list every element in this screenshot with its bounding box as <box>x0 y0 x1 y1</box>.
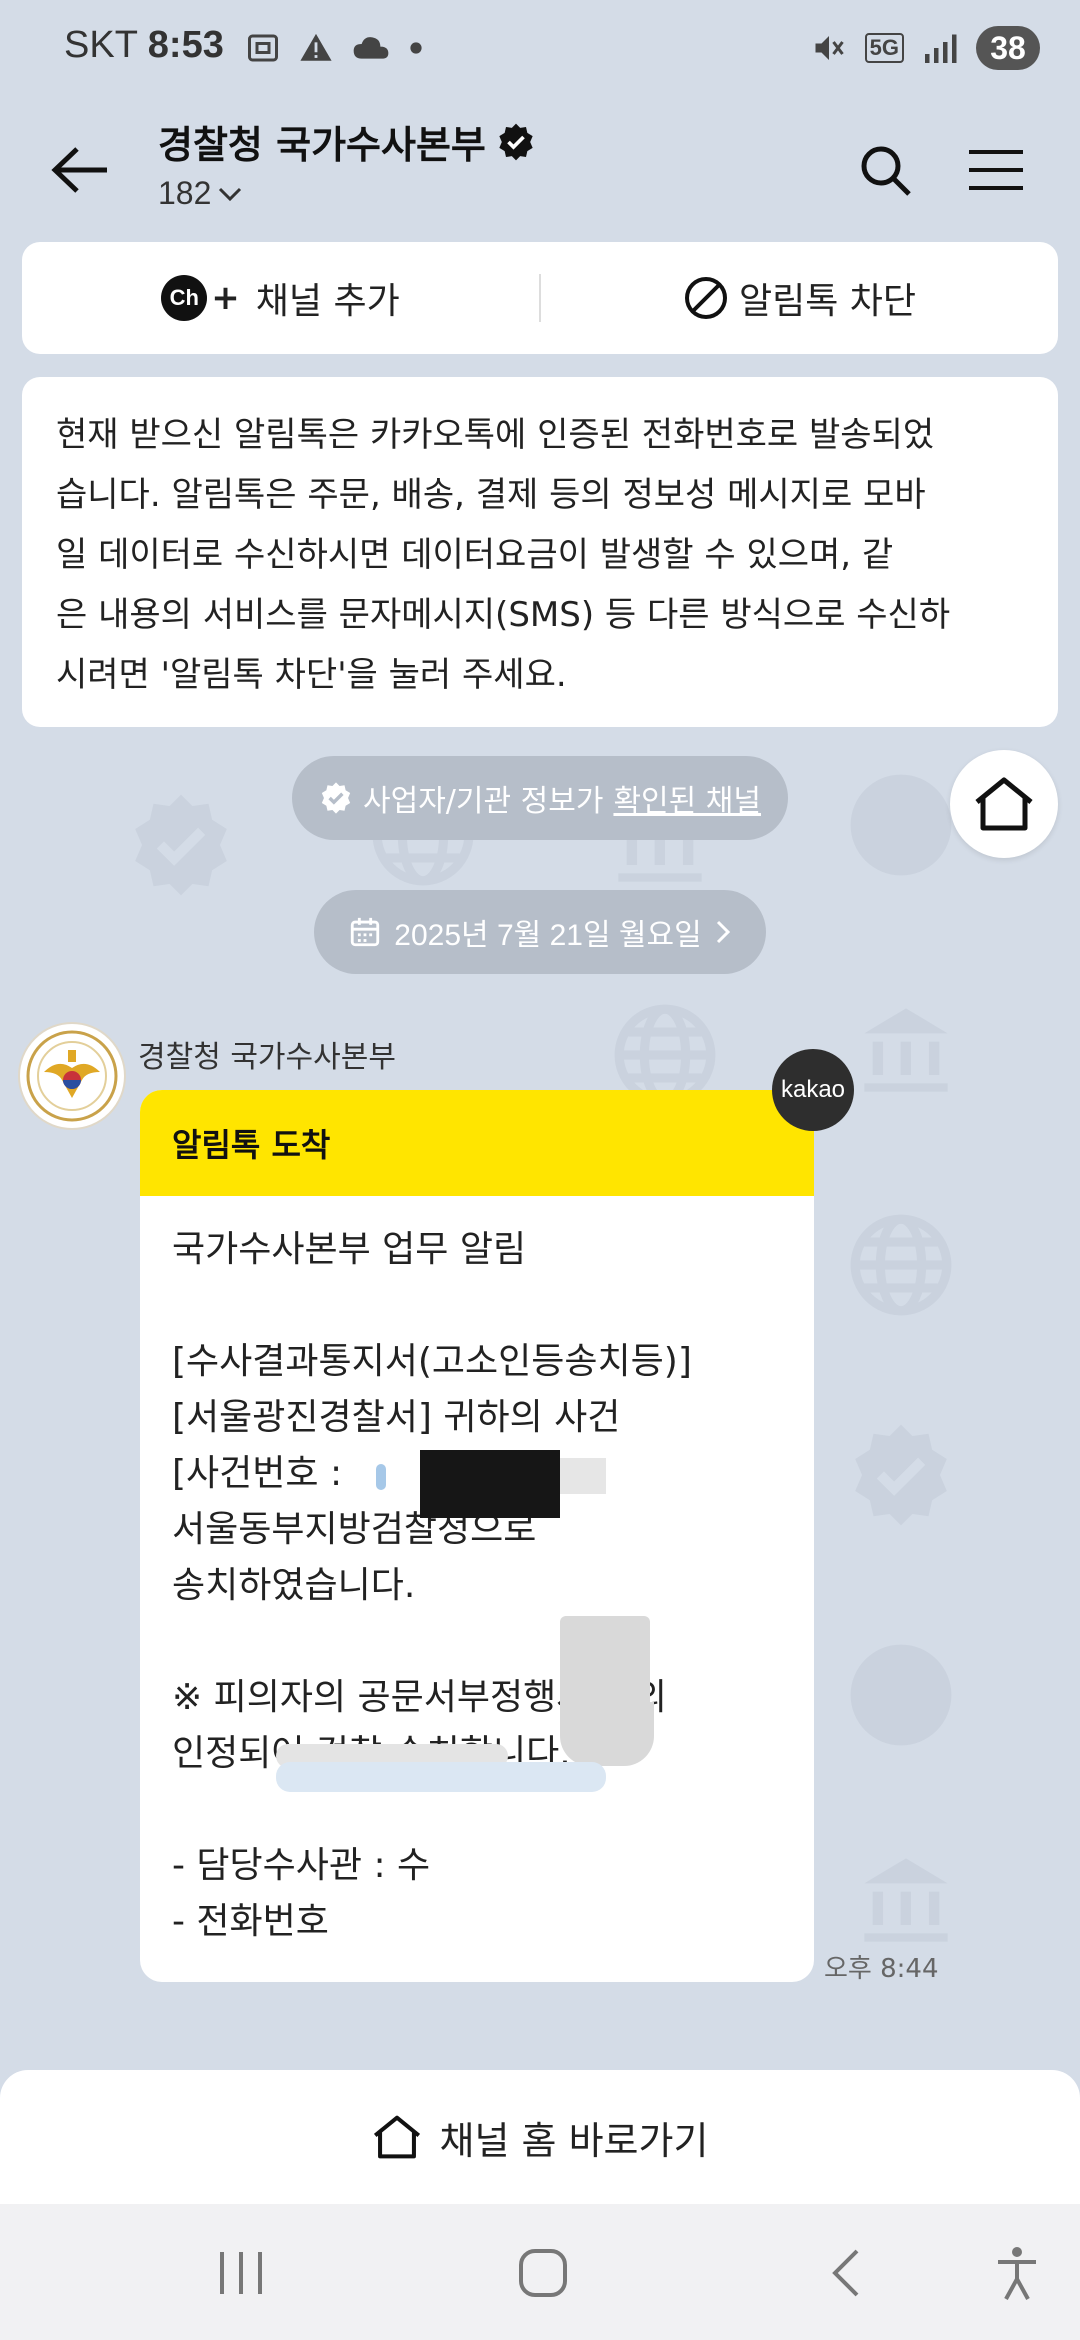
add-channel-button[interactable]: Ch + 채널 추가 <box>22 242 539 354</box>
date-divider-pill[interactable]: 2025년 7월 21일 월요일 <box>314 890 766 974</box>
screenshot-icon <box>248 34 278 62</box>
channel-home-shortcut-label: 채널 홈 바로가기 <box>439 2118 709 2163</box>
bubble-body: 국가수사본부 업무 알림 [수사결과통지서(고소인등송치등)] [서울광진경찰서… <box>140 1196 814 1976</box>
redaction-gray <box>560 1702 654 1766</box>
member-count[interactable]: 182 <box>158 175 536 212</box>
redaction-blur <box>376 1464 386 1490</box>
watermark-bank-icon <box>864 1008 948 1092</box>
sender-name: 경찰청 국가수사본부 <box>138 1040 396 1075</box>
verified-channel-pill[interactable]: 사업자/기관 정보가 확인된 채널 <box>292 756 788 840</box>
notice-line: 현재 받으신 알림톡은 카카오톡에 인증된 전화번호로 발송되었 <box>56 415 935 455</box>
cloud-icon <box>353 37 389 59</box>
chevron-down-icon <box>219 187 242 201</box>
channel-home-shortcut-button[interactable]: 채널 홈 바로가기 <box>0 2070 1080 2204</box>
notice-line: 은 내용의 서비스를 문자메시지(SMS) 등 다른 방식으로 수신하 <box>56 595 951 635</box>
home-icon <box>975 777 1033 831</box>
notice-line: 시려면 '알림톡 차단'을 눌러 주세요. <box>56 655 567 695</box>
battery-level: 38 <box>990 29 1026 66</box>
home-nav-button[interactable] <box>508 2238 578 2308</box>
kakao-badge: kakao <box>772 1049 854 1131</box>
add-channel-label: 채널 추가 <box>255 281 400 322</box>
sender-avatar[interactable] <box>18 1022 126 1130</box>
ch-channel-icon: Ch <box>161 275 208 321</box>
member-count-value: 182 <box>158 175 212 211</box>
redaction-blue <box>276 1762 606 1792</box>
verified-text: 사업자/기관 정보가 <box>363 784 604 819</box>
channel-home-fab[interactable] <box>950 750 1058 858</box>
date-label: 2025년 7월 21일 월요일 <box>394 919 702 952</box>
status-notifications <box>245 30 423 66</box>
bubble-header: 알림톡 도착 <box>140 1090 814 1196</box>
message-line: [수사결과통지서(고소인등송치등)] <box>172 1341 692 1382</box>
watermark-verified-icon <box>135 794 227 896</box>
redaction-gray <box>560 1616 650 1708</box>
verified-badge-icon <box>499 123 533 160</box>
verified-channel-link[interactable]: 확인된 채널 <box>613 776 761 820</box>
watermark-verified-icon <box>855 1424 947 1526</box>
menu-button[interactable] <box>960 130 1032 210</box>
channel-name: 경찰청 국가수사본부 <box>158 123 486 167</box>
message-line: - 담당수사관 : 수 <box>172 1845 431 1886</box>
notice-line: 일 데이터로 수신하시면 데이터요금이 발생할 수 있으며, 같 <box>56 535 894 575</box>
redaction-blur <box>560 1458 606 1494</box>
message-line <box>172 1614 782 1670</box>
dot-icon <box>410 42 422 54</box>
message-line: ※ 피의자의 공문서부정행사 혐의 <box>172 1677 668 1718</box>
block-alimtalk-button[interactable]: 알림톡 차단 <box>541 242 1058 354</box>
redaction-black <box>420 1450 560 1518</box>
watermark-globe-icon <box>850 1214 952 1316</box>
block-icon <box>684 277 727 319</box>
back-button[interactable] <box>40 130 120 210</box>
screen: SKT 8:53 5G 38 경찰청 국가수사본부 182 Ch + 채널 추가… <box>0 0 1080 2340</box>
mute-icon <box>815 36 844 60</box>
police-emblem-icon <box>26 1030 118 1122</box>
watermark-ch-icon <box>850 774 952 876</box>
hamburger-menu-icon <box>969 150 1023 190</box>
battery-indicator: 38 <box>976 26 1040 70</box>
back-nav-icon <box>832 2249 859 2297</box>
search-button[interactable] <box>850 130 920 210</box>
plus-icon: + <box>211 278 240 318</box>
message-line: 송치하였습니다. <box>172 1565 416 1606</box>
status-system-icons: 5G 38 <box>811 26 1040 70</box>
search-icon <box>861 146 911 196</box>
warning-icon <box>300 33 332 61</box>
message-line <box>172 1278 782 1334</box>
message-line: - 전화번호 <box>172 1901 329 1942</box>
watermark-ch-icon <box>850 1644 952 1746</box>
message-timestamp: 오후 8:44 <box>824 1954 939 1984</box>
calendar-icon <box>351 917 380 947</box>
notice-line: 습니다. 알림톡은 주문, 배송, 결제 등의 정보성 메시지로 모바 <box>56 475 926 515</box>
alimtalk-notice-card: 현재 받으신 알림톡은 카카오톡에 인증된 전화번호로 발송되었 습니다. 알림… <box>22 377 1058 727</box>
verified-check-icon <box>321 782 351 814</box>
recent-apps-button[interactable] <box>206 2238 276 2308</box>
chat-header: 경찰청 국가수사본부 182 <box>0 100 1080 240</box>
status-carrier-time: SKT 8:53 <box>64 24 224 67</box>
block-label: 알림톡 차단 <box>738 281 917 322</box>
recent-apps-icon <box>220 2252 262 2294</box>
system-navigation-bar <box>0 2204 1080 2340</box>
home-nav-icon <box>519 2249 567 2297</box>
channel-title: 경찰청 국가수사본부 <box>158 114 536 169</box>
alimtalk-message-bubble[interactable]: 알림톡 도착 국가수사본부 업무 알림 [수사결과통지서(고소인등송치등)] [… <box>140 1090 814 1982</box>
watermark-bank-icon <box>864 1858 948 1942</box>
message-line: 국가수사본부 업무 알림 <box>172 1229 527 1270</box>
chevron-right-icon <box>716 920 730 944</box>
clock: 8:53 <box>147 24 224 66</box>
accessibility-icon <box>998 2247 1036 2300</box>
home-outline-icon <box>373 2115 420 2159</box>
network-5g-icon: 5G <box>864 33 904 63</box>
carrier: SKT <box>64 24 138 66</box>
channel-title-block[interactable]: 경찰청 국가수사본부 182 <box>158 114 536 212</box>
signal-icon <box>925 34 957 63</box>
status-bar: SKT 8:53 5G 38 <box>0 0 1080 100</box>
arrow-left-icon <box>51 147 107 193</box>
back-nav-button[interactable] <box>810 2238 880 2308</box>
channel-action-card: Ch + 채널 추가 알림톡 차단 <box>22 242 1058 354</box>
accessibility-button[interactable] <box>982 2238 1052 2308</box>
message-line: [서울광진경찰서] 귀하의 사건 <box>172 1397 621 1438</box>
